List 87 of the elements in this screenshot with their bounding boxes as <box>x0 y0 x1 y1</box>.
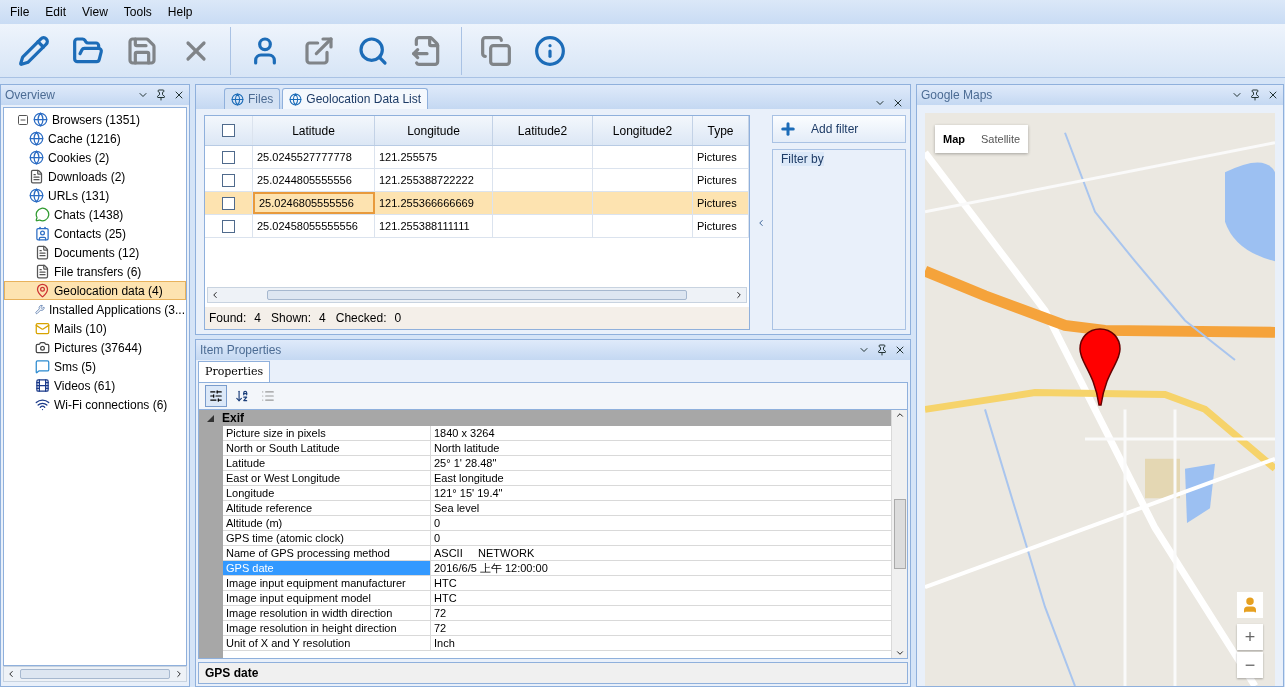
table-cell: 25.02458055555556 <box>253 215 375 237</box>
property-value: HTC <box>433 576 458 590</box>
tree-item[interactable]: Chats (1438) <box>4 205 186 224</box>
table-cell: 121.255366666669 <box>375 192 493 214</box>
property-name[interactable]: North or South Latitude <box>223 441 431 455</box>
column-header[interactable]: Longitude2 <box>593 116 693 145</box>
table-cell: 121.255388722222 <box>375 169 493 191</box>
panel-title: Google Maps <box>921 88 993 102</box>
tree-item[interactable]: Installed Applications (3... <box>4 300 186 319</box>
property-value: 0 <box>433 516 442 530</box>
status-value: 0 <box>394 311 402 325</box>
table-row[interactable]: 25.0244805555556 121.255388722222 Pictures <box>205 169 749 192</box>
property-value: ASCII NETWORK <box>433 546 536 560</box>
tree-item[interactable]: Geolocation data (4) <box>4 281 186 300</box>
map-type-button[interactable]: Satellite <box>973 125 1029 153</box>
tree-item[interactable]: Mails (10) <box>4 319 186 338</box>
tree-item[interactable]: Sms (5) <box>4 357 186 376</box>
table-cell: Pictures <box>693 215 749 237</box>
panel-title: Item Properties <box>200 343 282 357</box>
status-label: Found: <box>209 311 247 325</box>
status-label: Shown: <box>271 311 312 325</box>
column-header[interactable]: Latitude <box>253 116 375 145</box>
table-cell: Pictures <box>693 192 749 214</box>
table-cell: 25.0246805555556 <box>253 192 375 214</box>
property-name[interactable]: Latitude <box>223 456 431 470</box>
property-name[interactable]: Picture size in pixels <box>223 426 431 440</box>
menu-item[interactable]: Edit <box>39 3 73 21</box>
property-value: 2016/6/5 上午 12:00:00 <box>433 561 549 575</box>
property-name[interactable]: Altitude (m) <box>223 516 431 530</box>
table-row[interactable]: 25.0246805555556 121.255366666669 Pictures <box>205 192 749 215</box>
column-header[interactable]: Longitude <box>375 116 493 145</box>
property-value: 121° 15' 19.4" <box>433 486 504 500</box>
table-cell: Pictures <box>693 146 749 168</box>
property-name[interactable]: East or West Longitude <box>223 471 431 485</box>
group-label: Exif <box>222 411 244 425</box>
property-value: 72 <box>433 606 448 620</box>
property-name[interactable]: Unit of X and Y resolution <box>223 636 431 650</box>
property-value: 0 <box>433 531 442 545</box>
column-header[interactable]: Type <box>693 116 749 145</box>
tree-item[interactable]: Cache (1216) <box>4 129 186 148</box>
menu-item[interactable]: View <box>76 3 114 21</box>
panel-title: Overview <box>5 88 55 102</box>
tree-item[interactable]: Browsers (1351) <box>4 110 186 129</box>
column-header[interactable]: Latitude2 <box>493 116 593 145</box>
tree-item[interactable]: Downloads (2) <box>4 167 186 186</box>
table-cell: 25.0244805555556 <box>253 169 375 191</box>
status-value: 4 <box>319 311 326 325</box>
zoom-in-button[interactable]: + <box>1237 624 1263 650</box>
tab[interactable]: Geolocation Data List <box>282 88 429 109</box>
property-value: 72 <box>433 621 448 635</box>
tree-item[interactable]: Videos (61) <box>4 376 186 395</box>
tree-item[interactable]: Contacts (25) <box>4 224 186 243</box>
map-type-button[interactable]: Map <box>935 125 973 153</box>
property-value: 25° 1' 28.48" <box>433 456 498 470</box>
status-value: 4 <box>254 311 262 325</box>
zoom-out-button[interactable]: − <box>1237 652 1263 678</box>
table-row[interactable]: 25.0245527777778 121.255575 Pictures <box>205 146 749 169</box>
menu-item[interactable]: Help <box>161 3 199 21</box>
table-cell: 25.0245527777778 <box>253 146 375 168</box>
menu-item[interactable]: Tools <box>117 3 158 21</box>
table-cell: Pictures <box>693 169 749 191</box>
add-filter-button[interactable]: Add filter <box>772 115 906 143</box>
tab[interactable]: Properties <box>198 361 271 382</box>
property-name[interactable]: Name of GPS processing method <box>223 546 431 560</box>
status-label: Checked: <box>335 311 387 325</box>
tree-item[interactable]: Pictures (37644) <box>4 338 186 357</box>
property-value: HTC <box>433 591 458 605</box>
property-value: North latitude <box>433 441 501 455</box>
table-cell: 121.255575 <box>375 146 493 168</box>
tree-item[interactable]: Documents (12) <box>4 243 186 262</box>
tab[interactable]: Files <box>224 88 281 109</box>
tree-item[interactable]: Cookies (2) <box>4 148 186 167</box>
table-row[interactable]: 25.02458055555556 121.255388111111 Pictures <box>205 215 749 238</box>
description-title: GPS date <box>198 662 908 684</box>
property-name[interactable]: GPS time (atomic clock) <box>223 531 431 545</box>
tree-item[interactable]: File transfers (6) <box>4 262 186 281</box>
table-cell: 121.255388111111 <box>375 215 493 237</box>
property-value: 1840 x 3264 <box>433 426 496 440</box>
tree-item[interactable]: Wi-Fi connections (6) <box>4 395 186 414</box>
group-label: Filter by <box>781 152 824 166</box>
property-value: Inch <box>433 636 456 650</box>
tree-item[interactable]: URLs (131) <box>4 186 186 205</box>
menu-item[interactable]: File <box>4 3 36 21</box>
property-name[interactable]: Altitude reference <box>223 501 431 515</box>
property-value: Sea level <box>433 501 481 515</box>
property-value: East longitude <box>433 471 505 485</box>
property-name[interactable]: Longitude <box>223 486 431 500</box>
